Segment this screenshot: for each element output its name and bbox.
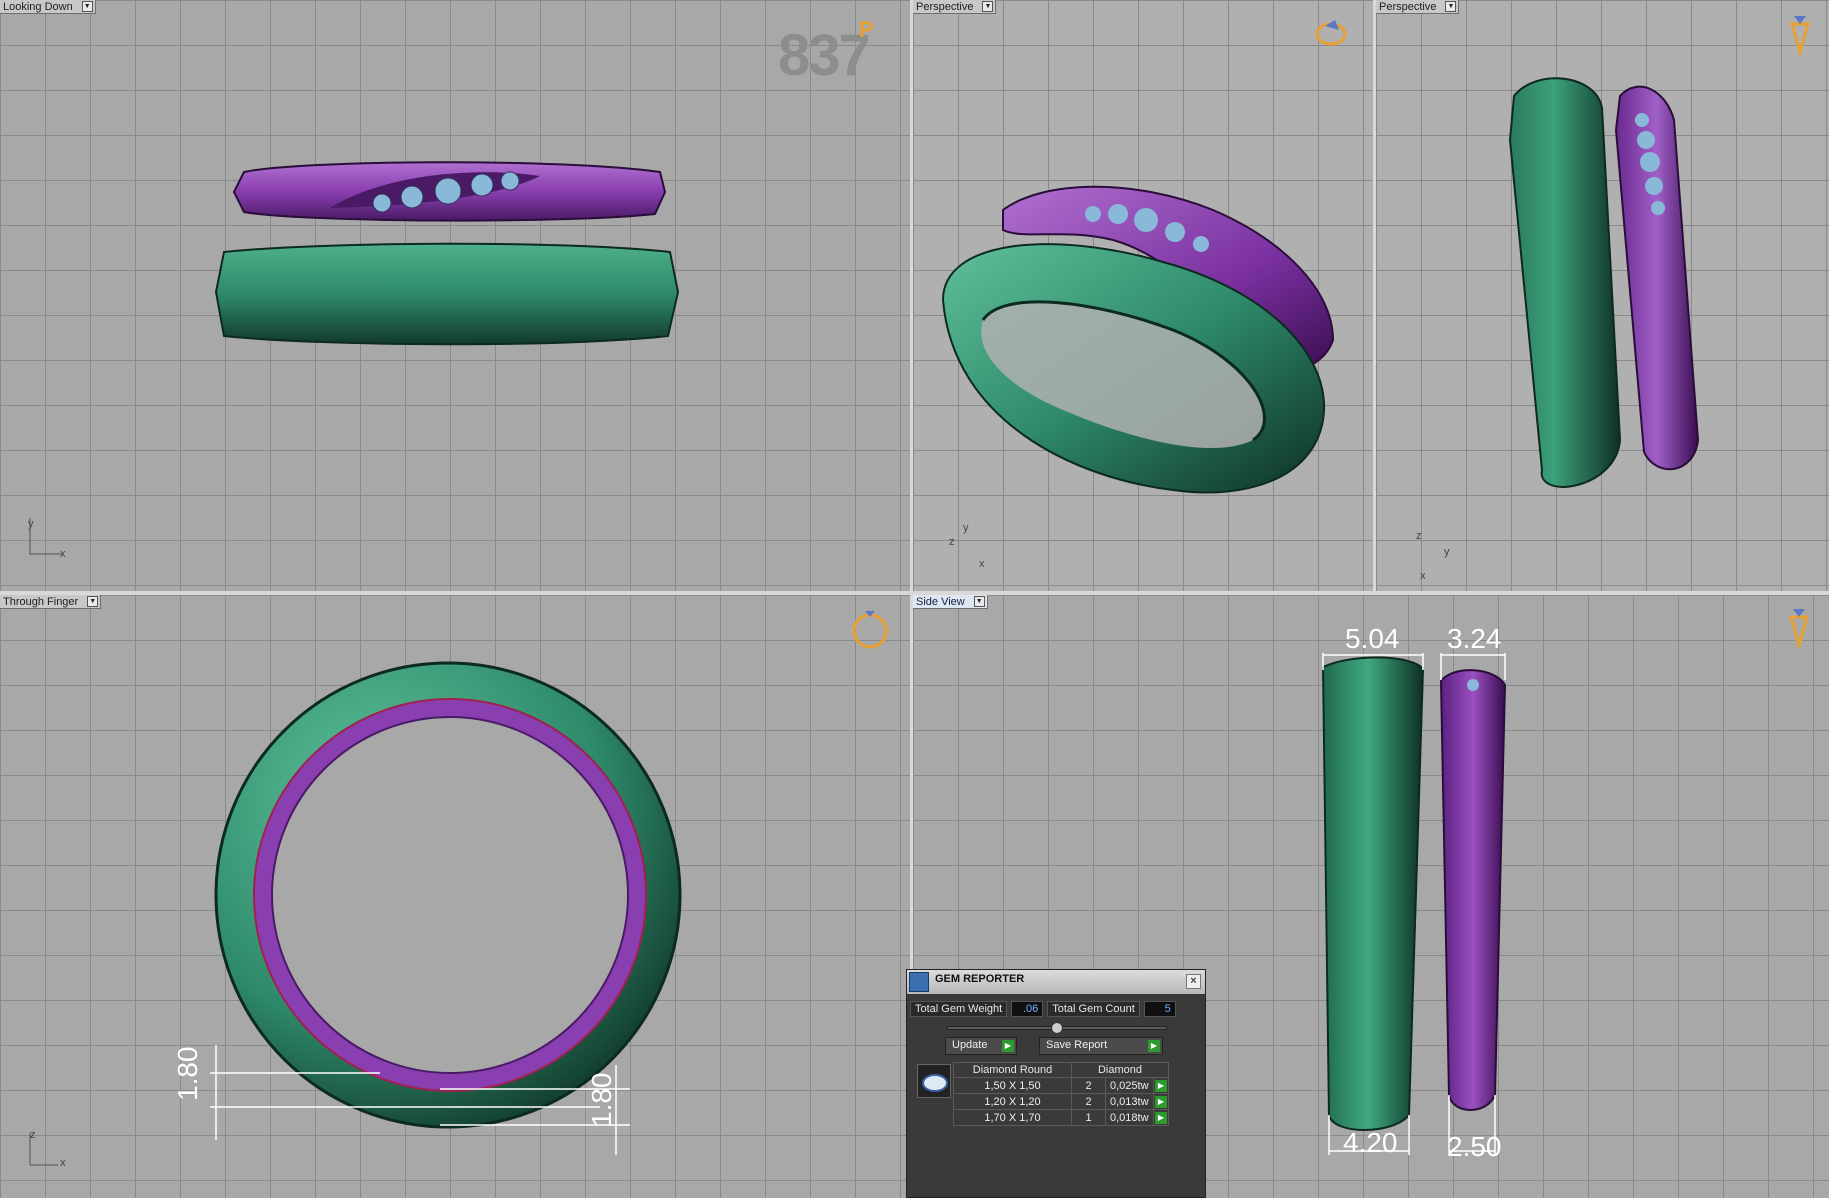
table-row[interactable]: 1,20 X 1,20 2 0,013tw ▶	[953, 1093, 1169, 1110]
gem-stone	[1134, 208, 1158, 232]
total-weight-value: .06	[1011, 1001, 1044, 1017]
table-row[interactable]: 1,50 X 1,50 2 0,025tw ▶	[953, 1077, 1169, 1094]
gem-count: 2	[1071, 1077, 1106, 1094]
ring-render-top	[214, 161, 680, 346]
total-count-value: 5	[1143, 1001, 1176, 1017]
ring-render-perspective-1	[941, 185, 1335, 494]
gem-stone	[1467, 679, 1479, 691]
gem-totals-row: Total Gem Weight .06 Total Gem Count 5	[910, 1000, 1176, 1018]
row-action[interactable]: ▶	[1153, 1093, 1169, 1110]
gem-stone	[434, 177, 462, 205]
dimension-label: 2.50	[1447, 1131, 1502, 1162]
gem-reporter-title: GEM REPORTER	[935, 973, 1025, 985]
save-report-button-label: Save Report	[1046, 1039, 1108, 1051]
play-arrow-icon: ▶	[1155, 1095, 1167, 1108]
axis-y-label: y	[1444, 546, 1450, 558]
gem-size: 1,70 X 1,70	[953, 1109, 1072, 1126]
gem-stone	[1637, 131, 1655, 149]
viewport-perspective-2[interactable]: Perspective ▼ z y x	[1376, 0, 1829, 591]
gem-size: 1,20 X 1,20	[953, 1093, 1072, 1110]
gem-stone	[372, 193, 392, 213]
gem-table: Diamond Round Diamond 1,50 X 1,50 2 0,02…	[953, 1062, 1169, 1126]
gem-stone	[400, 185, 424, 209]
dimension-label: 4.20	[1343, 1127, 1398, 1158]
total-count-label: Total Gem Count	[1047, 1001, 1140, 1017]
axis-y-label: y	[963, 522, 969, 534]
gem-stone	[1640, 152, 1660, 172]
dimension-label: 1.80	[172, 1046, 203, 1102]
gem-stone	[470, 173, 494, 197]
save-report-button[interactable]: Save Report ▶	[1039, 1037, 1163, 1055]
gem-stone	[1108, 204, 1128, 224]
total-weight-label: Total Gem Weight	[910, 1001, 1008, 1017]
gem-thumbnail[interactable]	[917, 1064, 951, 1098]
column-header: Diamond Round	[953, 1062, 1072, 1078]
gem-size: 1,50 X 1,50	[953, 1077, 1072, 1094]
gem-table-header: Diamond Round Diamond	[953, 1062, 1169, 1078]
close-icon[interactable]: ×	[1186, 974, 1201, 989]
play-arrow-icon: ▶	[1155, 1111, 1167, 1124]
gem-stone	[1651, 201, 1665, 215]
purple-band	[1614, 85, 1700, 471]
purple-band	[1439, 669, 1507, 1111]
gem-count: 1	[1071, 1109, 1106, 1126]
axis-x-label: x	[979, 558, 985, 570]
row-action[interactable]: ▶	[1153, 1077, 1169, 1094]
axis-triad	[29, 1133, 58, 1166]
dimension-label: 3.24	[1447, 623, 1502, 654]
play-arrow-icon: ▶	[1002, 1040, 1014, 1052]
gem-weight: 0,013tw	[1105, 1093, 1154, 1110]
gem-reporter-icon	[909, 972, 929, 992]
ring-hole	[271, 716, 629, 1074]
green-band	[1321, 656, 1425, 1131]
dimension-label: 5.04	[1345, 623, 1400, 654]
dimension-label: 1.80	[586, 1072, 617, 1128]
gem-weight: 0,025tw	[1105, 1077, 1154, 1094]
viewport-divider[interactable]	[1373, 0, 1376, 591]
gem-stone	[1085, 206, 1101, 222]
green-band	[214, 242, 680, 346]
gem-stone	[1645, 177, 1663, 195]
viewport-divider[interactable]	[0, 591, 1829, 595]
gem-stone	[500, 171, 520, 191]
viewport-through-finger[interactable]: Through Finger ▼ 1.80 1.80 z x	[0, 595, 910, 1198]
update-button-label: Update	[952, 1039, 988, 1051]
gem-count: 2	[1071, 1093, 1106, 1110]
gem-reporter-panel: GEM REPORTER × Total Gem Weight .06 Tota…	[906, 969, 1206, 1198]
gem-slider-handle[interactable]	[1051, 1022, 1063, 1034]
viewport-looking-down[interactable]: Looking Down ▼ 837P y x	[0, 0, 910, 591]
axis-z-label: z	[949, 536, 955, 548]
axis-z-label: z	[1416, 530, 1422, 542]
viewport-perspective-1[interactable]: Perspective ▼ y z x	[913, 0, 1373, 591]
update-button[interactable]: Update ▶	[945, 1037, 1017, 1055]
green-band	[1508, 77, 1622, 488]
gem-stone	[1635, 113, 1649, 127]
axis-x-label: x	[1420, 570, 1426, 582]
ring-render-through-finger	[210, 661, 682, 1155]
gem-stone	[1193, 236, 1209, 252]
column-header: Diamond	[1071, 1062, 1169, 1078]
play-arrow-icon: ▶	[1155, 1079, 1167, 1092]
gem-stone	[1165, 222, 1185, 242]
ring-render-perspective-2	[1508, 77, 1700, 488]
gem-weight: 0,018tw	[1105, 1109, 1154, 1126]
axis-triad	[29, 518, 62, 555]
table-row[interactable]: 1,70 X 1,70 1 0,018tw ▶	[953, 1109, 1169, 1126]
gem-reporter-titlebar[interactable]: GEM REPORTER ×	[907, 970, 1205, 994]
gem-slider[interactable]	[947, 1022, 1167, 1034]
play-arrow-icon: ▶	[1148, 1040, 1160, 1052]
row-action[interactable]: ▶	[1153, 1109, 1169, 1126]
